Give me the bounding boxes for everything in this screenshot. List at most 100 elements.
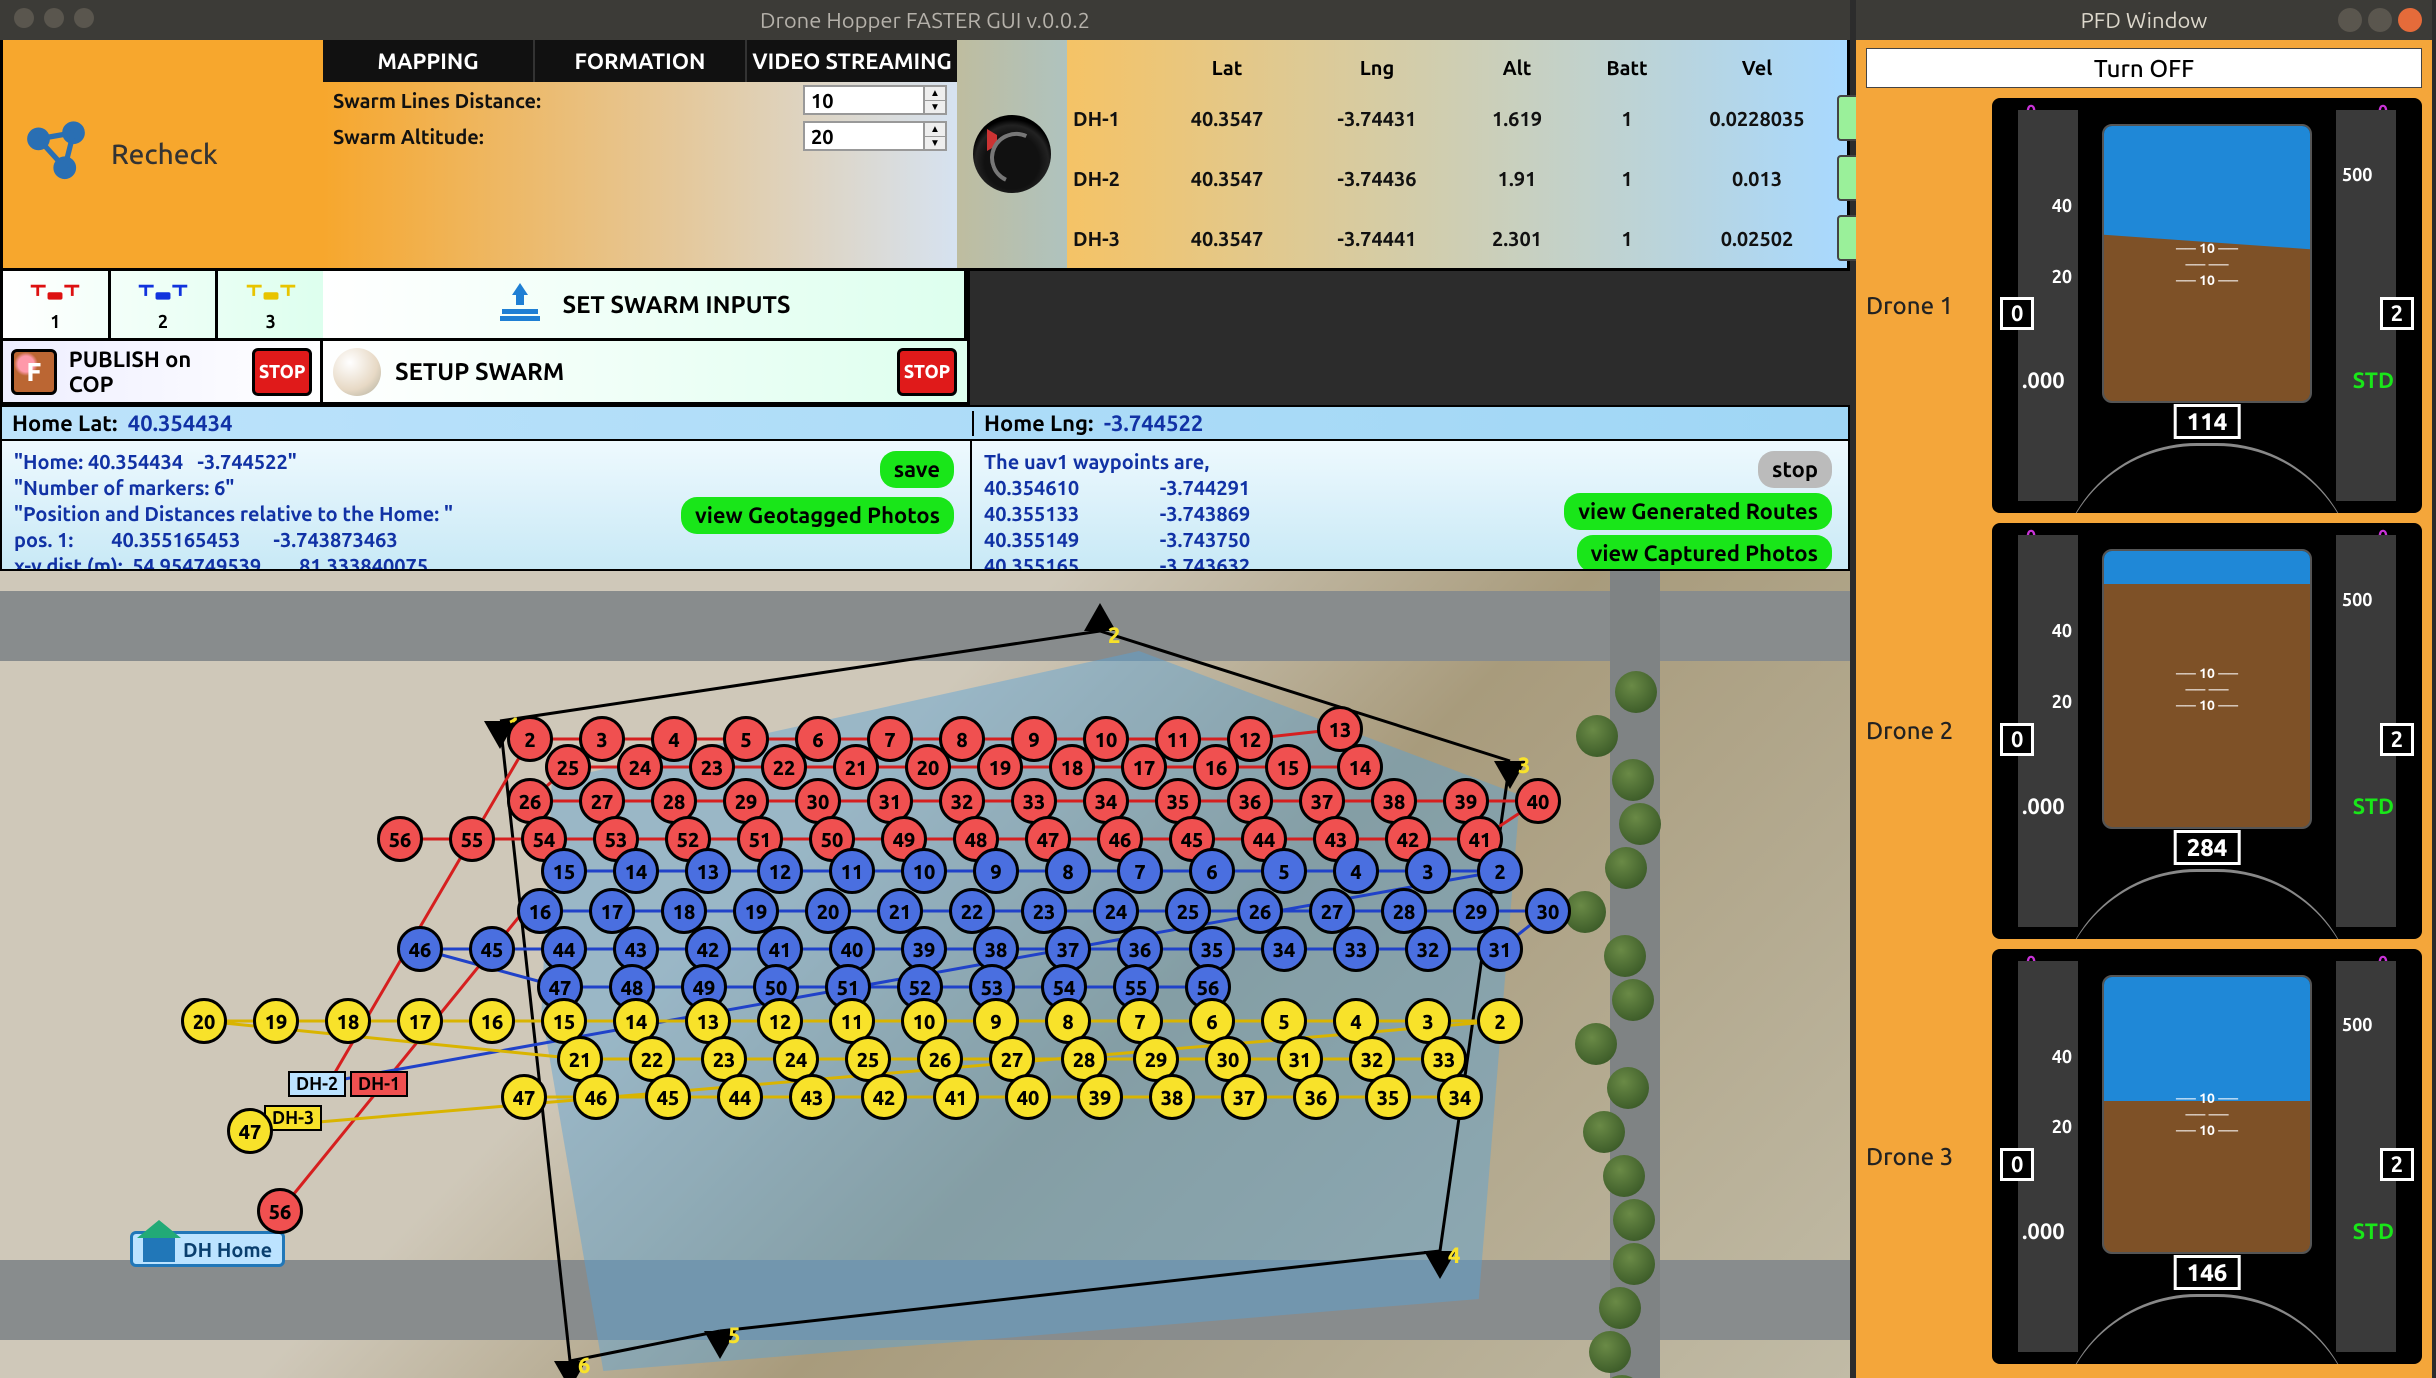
waypoint-b-45[interactable]: 45 — [469, 926, 515, 972]
view-captured-photos-button[interactable]: view Captured Photos — [1577, 535, 1832, 571]
waypoint-y-46[interactable]: 46 — [573, 1074, 619, 1120]
waypoint-b-34[interactable]: 34 — [1261, 926, 1307, 972]
drone-select-3[interactable]: 3 — [218, 271, 323, 338]
waypoint-r-21[interactable]: 21 — [833, 744, 879, 790]
waypoint-b-9[interactable]: 9 — [973, 848, 1019, 894]
waypoint-r-20[interactable]: 20 — [905, 744, 951, 790]
waypoint-y-36[interactable]: 36 — [1293, 1074, 1339, 1120]
turn-off-button[interactable]: Turn OFF — [1866, 48, 2422, 88]
waypoint-r-55[interactable]: 55 — [449, 816, 495, 862]
waypoint-r-40[interactable]: 40 — [1515, 778, 1561, 824]
window-close-icon[interactable] — [14, 8, 34, 28]
top-control-band: Recheck MAPPING FORMATION VIDEO STREAMIN… — [0, 40, 1850, 271]
recheck-button[interactable]: Recheck — [3, 40, 323, 268]
tab-mapping[interactable]: MAPPING — [323, 40, 535, 82]
pfd-slot-3: Drone 3004020500── 10 ──── ──── 10 ──02.… — [1866, 949, 2422, 1364]
waypoint-b-31[interactable]: 31 — [1477, 926, 1523, 972]
swarm-altitude-spinner[interactable]: ▲▼ — [923, 121, 947, 151]
pfd-display: 004020500── 10 ──── ──── 10 ──02.000STD1… — [1992, 98, 2422, 513]
waypoint-y-16[interactable]: 16 — [469, 998, 515, 1044]
waypoint-y-44[interactable]: 44 — [717, 1074, 763, 1120]
waypoint-r-19[interactable]: 19 — [977, 744, 1023, 790]
drone-select-1[interactable]: 1 — [3, 271, 111, 338]
tab-formation[interactable]: FORMATION — [535, 40, 747, 82]
waypoint-y-47[interactable]: 47 — [501, 1074, 547, 1120]
stop-swarm-button[interactable]: STOP — [897, 348, 957, 396]
waypoint-y-40[interactable]: 40 — [1005, 1074, 1051, 1120]
drone-marker-dh2[interactable]: DH-2 — [288, 1071, 346, 1097]
waypoint-y-34[interactable]: 34 — [1437, 1074, 1483, 1120]
waypoint-y-20[interactable]: 20 — [181, 998, 227, 1044]
window-min-icon[interactable] — [44, 8, 64, 28]
setup-swarm-button[interactable]: SETUP SWARM STOP — [323, 341, 967, 402]
waypoint-y-39[interactable]: 39 — [1077, 1074, 1123, 1120]
pfd-max-icon[interactable] — [2368, 8, 2392, 32]
stop-publish-button[interactable]: STOP — [252, 348, 312, 396]
waypoint-b-10[interactable]: 10 — [901, 848, 947, 894]
waypoint-b-13[interactable]: 13 — [685, 848, 731, 894]
waypoint-b-33[interactable]: 33 — [1333, 926, 1379, 972]
view-geotagged-photos-button[interactable]: view Geotagged Photos — [681, 497, 954, 534]
waypoint-b-4[interactable]: 4 — [1333, 848, 1379, 894]
drone-select-2[interactable]: 2 — [111, 271, 219, 338]
waypoint-r-23[interactable]: 23 — [689, 744, 735, 790]
swarm-altitude-input[interactable] — [803, 121, 923, 151]
waypoint-b-15[interactable]: 15 — [541, 848, 587, 894]
waypoint-r-15[interactable]: 15 — [1265, 744, 1311, 790]
waypoint-r-14[interactable]: 14 — [1337, 744, 1383, 790]
waypoint-r-22[interactable]: 22 — [761, 744, 807, 790]
waypoint-y-18[interactable]: 18 — [325, 998, 371, 1044]
mission-map[interactable]: DH Home DH-1 DH-2 DH-3 12345623456789101… — [0, 571, 1850, 1378]
waypoint-y-17[interactable]: 17 — [397, 998, 443, 1044]
waypoint-r-18[interactable]: 18 — [1049, 744, 1095, 790]
stop-waypoints-button[interactable]: stop — [1758, 451, 1832, 488]
waypoint-b-14[interactable]: 14 — [613, 848, 659, 894]
swarm-lines-distance-input[interactable] — [803, 85, 923, 115]
waypoint-b-8[interactable]: 8 — [1045, 848, 1091, 894]
pfd-min-icon[interactable] — [2338, 8, 2362, 32]
view-generated-routes-button[interactable]: view Generated Routes — [1564, 493, 1832, 530]
waypoint-y-19[interactable]: 19 — [253, 998, 299, 1044]
waypoint-b-32[interactable]: 32 — [1405, 926, 1451, 972]
waypoint-b-46[interactable]: 46 — [397, 926, 443, 972]
waypoint-r-17[interactable]: 17 — [1121, 744, 1167, 790]
waypoint-y-43[interactable]: 43 — [789, 1074, 835, 1120]
waypoint-y-42[interactable]: 42 — [861, 1074, 907, 1120]
drone-marker-dh1[interactable]: DH-1 — [350, 1071, 408, 1097]
waypoint-r-24[interactable]: 24 — [617, 744, 663, 790]
publish-icon: F — [11, 349, 57, 395]
waypoint-b-5[interactable]: 5 — [1261, 848, 1307, 894]
tree-icon — [1604, 935, 1646, 977]
pfd-titlebar: PFD Window — [1856, 0, 2432, 40]
pfd-close-icon[interactable] — [2398, 8, 2422, 32]
save-button[interactable]: save — [880, 451, 954, 488]
waypoint-y-41[interactable]: 41 — [933, 1074, 979, 1120]
waypoint-r-56[interactable]: 56 — [377, 816, 423, 862]
waypoint-r-16[interactable]: 16 — [1193, 744, 1239, 790]
window-max-icon[interactable] — [74, 8, 94, 28]
waypoint-y-35[interactable]: 35 — [1365, 1074, 1411, 1120]
waypoint-b-30[interactable]: 30 — [1525, 888, 1571, 934]
waypoint-b-2[interactable]: 2 — [1477, 848, 1523, 894]
publish-on-cop-button[interactable]: F PUBLISH on COP STOP — [3, 341, 323, 402]
gauge-button[interactable] — [957, 40, 1067, 268]
waypoint-y-2[interactable]: 2 — [1477, 998, 1523, 1044]
home-marker[interactable]: DH Home — [130, 1231, 285, 1267]
waypoint-b-6[interactable]: 6 — [1189, 848, 1235, 894]
waypoint-y-45[interactable]: 45 — [645, 1074, 691, 1120]
waypoint-b-7[interactable]: 7 — [1117, 848, 1163, 894]
waypoint-b-3[interactable]: 3 — [1405, 848, 1451, 894]
waypoint-y-47[interactable]: 47 — [227, 1108, 273, 1154]
waypoint-r-56[interactable]: 56 — [257, 1188, 303, 1234]
waypoint-r-25[interactable]: 25 — [545, 744, 591, 790]
waypoint-y-38[interactable]: 38 — [1149, 1074, 1195, 1120]
compass-arc — [2057, 869, 2357, 939]
waypoint-b-11[interactable]: 11 — [829, 848, 875, 894]
swarm-lines-distance-spinner[interactable]: ▲▼ — [923, 85, 947, 115]
waypoint-b-12[interactable]: 12 — [757, 848, 803, 894]
col-lat: Lat — [1157, 56, 1297, 79]
tab-video-streaming[interactable]: VIDEO STREAMING — [747, 40, 957, 82]
set-swarm-inputs-button[interactable]: SET SWARM INPUTS — [323, 271, 967, 338]
waypoint-r-2[interactable]: 2 — [507, 716, 553, 762]
waypoint-y-37[interactable]: 37 — [1221, 1074, 1267, 1120]
